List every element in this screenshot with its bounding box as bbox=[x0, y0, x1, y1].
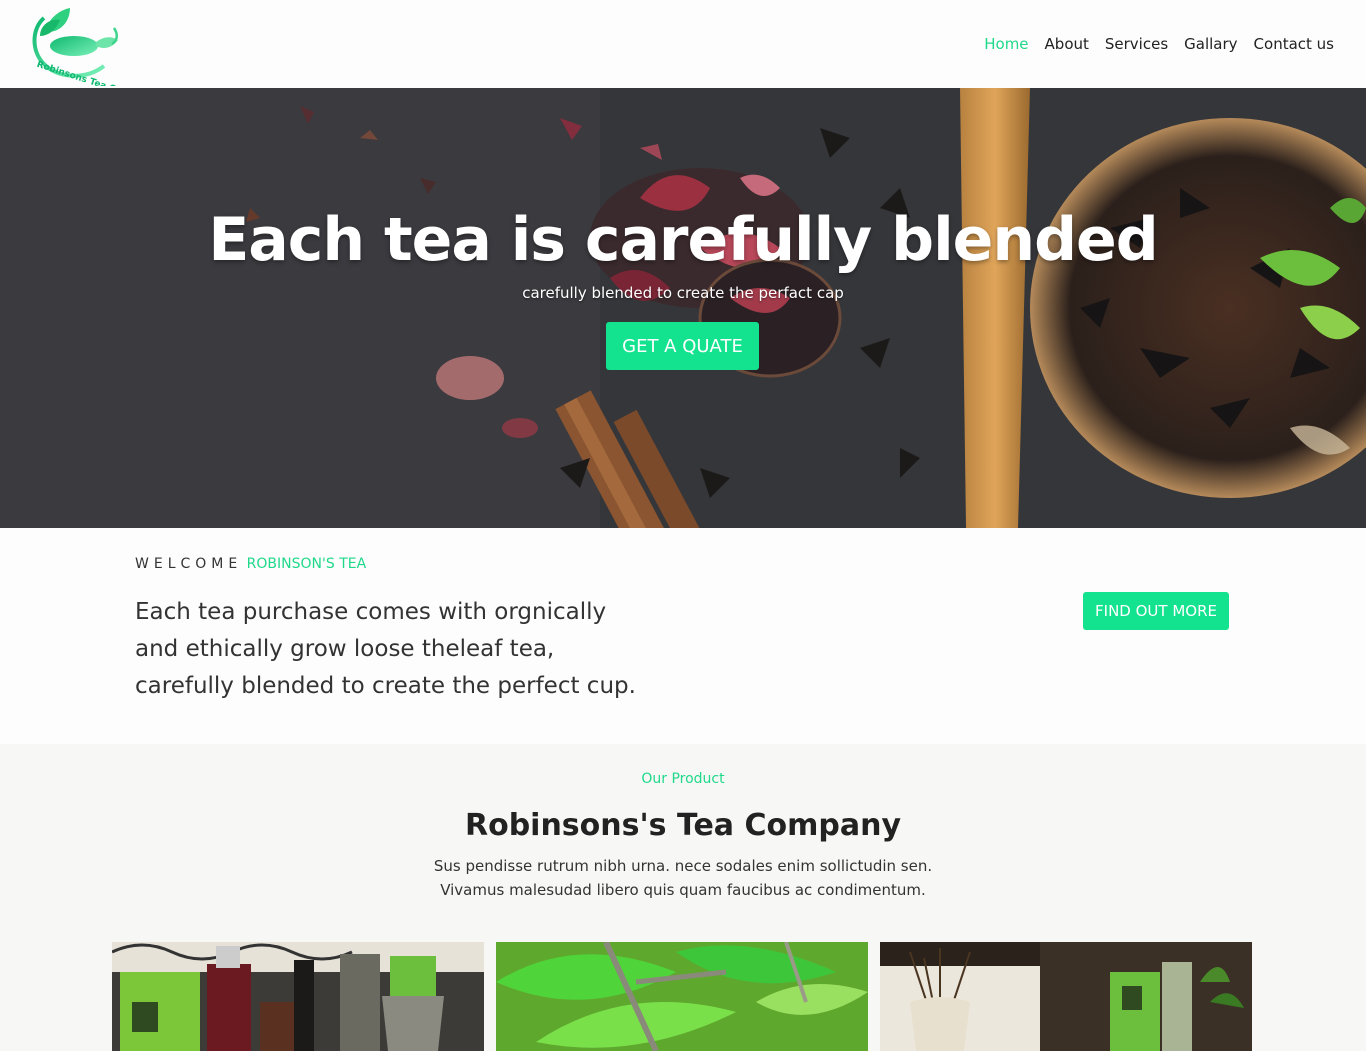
hero-background-image bbox=[0, 88, 1366, 528]
welcome-section: WELCOME ROBINSON'S TEA Each tea purchase… bbox=[0, 528, 1366, 744]
get-a-quate-button[interactable]: GET A QUATE bbox=[606, 322, 759, 370]
products-section: Our Product Robinsons's Tea Company Sus … bbox=[0, 744, 1366, 1051]
products-title: Robinsons's Tea Company bbox=[464, 808, 902, 843]
welcome-kicker: WELCOME ROBINSON'S TEA bbox=[135, 556, 366, 572]
products-kicker: Our Product bbox=[641, 771, 725, 787]
product-card-3[interactable] bbox=[880, 942, 1252, 1051]
nav-gallary[interactable]: Gallary bbox=[1176, 34, 1245, 54]
product-card-1[interactable] bbox=[112, 942, 484, 1051]
main-nav: Home About Services Gallary Contact us bbox=[976, 34, 1342, 54]
site-header: Robinsons Tea Co. Home About Services Ga… bbox=[0, 0, 1366, 98]
welcome-text: Each tea purchase comes with orgnically … bbox=[135, 599, 636, 699]
logo-text: Robinsons Tea Co. bbox=[35, 60, 126, 86]
tea-products-outdoor-photo bbox=[112, 942, 484, 1051]
nav-contact[interactable]: Contact us bbox=[1246, 34, 1342, 54]
product-card-2[interactable] bbox=[496, 942, 868, 1051]
hero-subtitle: carefully blended to create the perfact … bbox=[522, 284, 844, 302]
nav-home[interactable]: Home bbox=[976, 34, 1036, 54]
brand-logo[interactable]: Robinsons Tea Co. bbox=[26, 6, 126, 98]
welcome-label: WELCOME bbox=[135, 556, 243, 572]
nav-services[interactable]: Services bbox=[1097, 34, 1176, 54]
find-out-more-button[interactable]: FIND OUT MORE bbox=[1083, 592, 1229, 630]
green-tea-leaves-photo bbox=[496, 942, 868, 1051]
hero-banner: Each tea is carefully blended carefully … bbox=[0, 88, 1366, 528]
nav-about[interactable]: About bbox=[1037, 34, 1097, 54]
products-description: Sus pendisse rutrum nibh urna. nece soda… bbox=[433, 857, 933, 899]
welcome-brand: ROBINSON'S TEA bbox=[246, 556, 367, 572]
tea-products-vase-photo bbox=[880, 942, 1252, 1051]
hero-title: Each tea is carefully blended bbox=[208, 205, 1158, 275]
